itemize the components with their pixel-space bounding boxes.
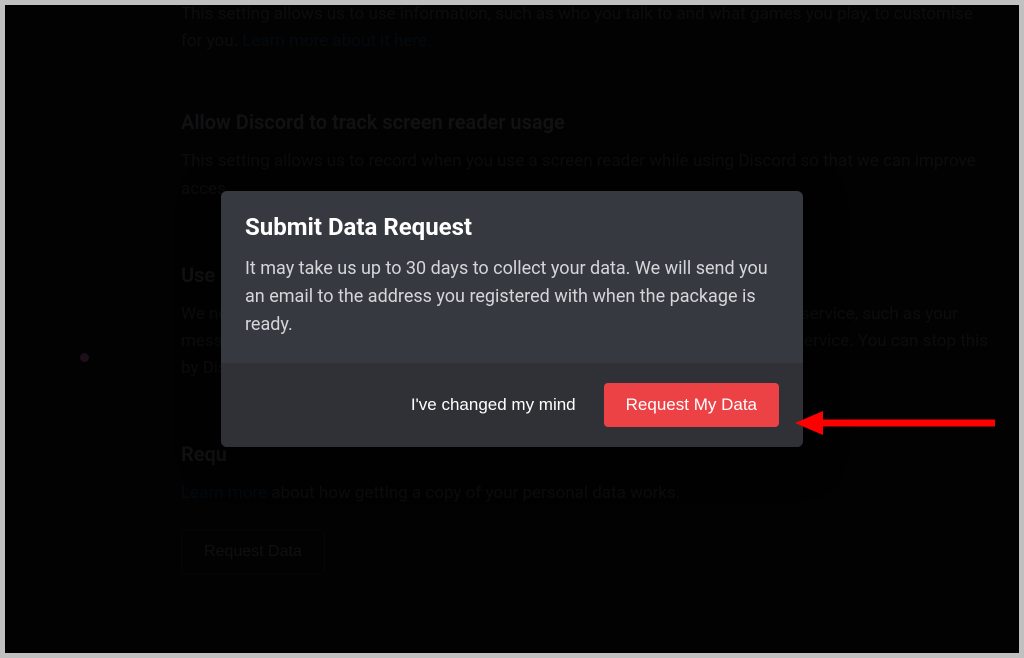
modal-body: Submit Data Request It may take us up to… (221, 191, 803, 363)
modal-title: Submit Data Request (245, 213, 779, 241)
request-my-data-button[interactable]: Request My Data (604, 383, 779, 427)
cancel-button[interactable]: I've changed my mind (411, 395, 576, 415)
submit-data-request-modal: Submit Data Request It may take us up to… (221, 191, 803, 447)
modal-footer: I've changed my mind Request My Data (221, 363, 803, 447)
app-frame: This setting allows us to use informatio… (5, 5, 1019, 653)
modal-text: It may take us up to 30 days to collect … (245, 255, 779, 339)
modal-overlay: Submit Data Request It may take us up to… (5, 5, 1019, 653)
